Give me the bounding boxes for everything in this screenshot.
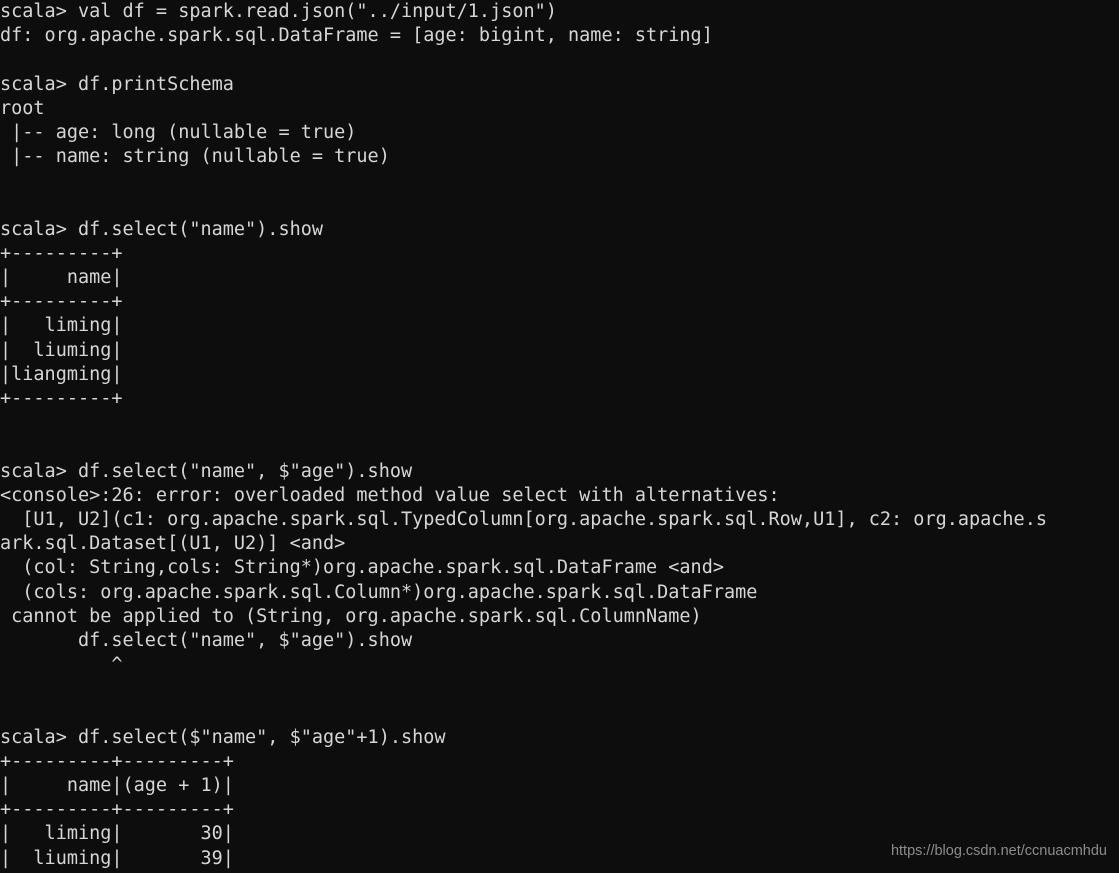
- terminal-line: +---------+---------+: [0, 750, 234, 772]
- terminal-line: | liuming|: [0, 339, 123, 361]
- terminal-line: ^: [0, 654, 123, 676]
- terminal-line: |-- age: long (nullable = true): [0, 121, 357, 143]
- terminal-line: scala> df.printSchema: [0, 73, 234, 95]
- terminal-line: scala> df.select($"name", $"age"+1).show: [0, 726, 446, 748]
- terminal-line: scala> df.select("name", $"age").show: [0, 460, 413, 482]
- terminal-line: | name|: [0, 267, 123, 289]
- terminal-line: |liangming|: [0, 363, 123, 385]
- terminal-line: scala> val df = spark.read.json("../inpu…: [0, 1, 557, 22]
- terminal-line: | liming|: [0, 315, 123, 337]
- terminal-line: (cols: org.apache.spark.sql.Column*)org.…: [0, 581, 758, 603]
- terminal-line: [U1, U2](c1: org.apache.spark.sql.TypedC…: [0, 508, 1047, 530]
- terminal-line: | name|(age + 1)|: [0, 775, 234, 796]
- terminal-line: ark.sql.Dataset[(U1, U2)] <and>: [0, 533, 346, 555]
- terminal-line: +---------+---------+: [0, 799, 234, 821]
- terminal-line: df.select("name", $"age").show: [0, 629, 413, 651]
- terminal-screen: scala> val df = spark.read.json("../inpu…: [0, 0, 1119, 873]
- terminal-line: cannot be applied to (String, org.apache…: [0, 605, 702, 627]
- terminal-line: scala> df.select("name").show: [0, 218, 324, 240]
- terminal-line: df: org.apache.spark.sql.DataFrame = [ag…: [0, 25, 713, 47]
- watermark-text: https://blog.csdn.net/ccnuacmhdu: [890, 843, 1107, 859]
- terminal-line: +---------+: [0, 388, 123, 409]
- terminal-line: root: [0, 97, 45, 119]
- terminal-line: |-- name: string (nullable = true): [0, 146, 390, 168]
- terminal-output[interactable]: scala> val df = spark.read.json("../inpu…: [0, 0, 1119, 873]
- terminal-line: <console>:26: error: overloaded method v…: [0, 484, 780, 506]
- terminal-line: +---------+: [0, 291, 123, 313]
- terminal-line: +---------+: [0, 242, 123, 264]
- terminal-line: (col: String,cols: String*)org.apache.sp…: [0, 557, 724, 579]
